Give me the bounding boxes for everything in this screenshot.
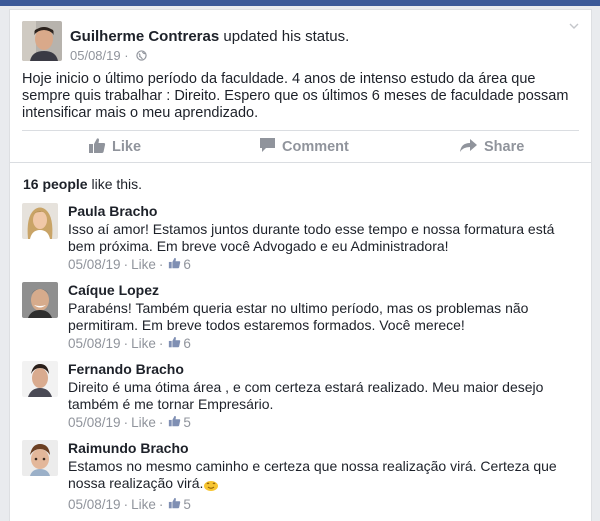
like-label: Like <box>112 139 142 155</box>
thumbs-up-icon <box>168 414 181 431</box>
commenter-avatar[interactable] <box>22 440 58 476</box>
top-bar <box>0 0 600 6</box>
divider <box>10 162 591 163</box>
post-text: Hoje inicio o último período da faculdad… <box>22 71 569 121</box>
comment-body: Raimundo Bracho Estamos no mesmo caminho… <box>68 440 582 513</box>
comment-text: Isso aí amor! Estamos juntos durante tod… <box>68 221 555 254</box>
comment-meta: 05/08/19 · Like · 5 <box>68 496 191 513</box>
comment-meta: 05/08/19 · Like · 5 <box>68 414 191 431</box>
globe-icon[interactable] <box>136 49 147 64</box>
commenter-name[interactable]: Paula Bracho <box>68 203 582 220</box>
comment-like-link[interactable]: Like <box>131 496 156 513</box>
post-card: Guilherme Contreras updated his status. … <box>9 9 592 521</box>
post-author-name[interactable]: Guilherme Contreras <box>70 28 219 45</box>
comment-meta: 05/08/19 · Like · 6 <box>68 256 191 273</box>
thumbs-up-icon <box>168 335 181 352</box>
post-action-text: updated his status. <box>219 28 350 45</box>
commenter-avatar[interactable] <box>22 282 58 318</box>
comment-button[interactable]: Comment <box>259 131 349 163</box>
reaction-count[interactable]: 5 <box>183 414 191 431</box>
post-meta: 05/08/19 · <box>70 48 147 64</box>
comment-date[interactable]: 05/08/19 <box>68 414 121 431</box>
comment-meta: 05/08/19 · Like · 6 <box>68 335 191 352</box>
reaction-count[interactable]: 5 <box>183 496 191 513</box>
comment-text-content: Estamos no mesmo caminho e certeza que n… <box>68 458 557 491</box>
commenter-name[interactable]: Caíque Lopez <box>68 282 582 299</box>
comment-label: Comment <box>282 139 349 155</box>
chevron-down-icon[interactable] <box>569 18 579 29</box>
comment-icon <box>259 137 282 157</box>
post-actions-bar: Like Comment Share <box>10 131 591 163</box>
likes-suffix: like this. <box>87 176 143 192</box>
commenter-avatar[interactable] <box>22 203 58 239</box>
post-author-line: Guilherme Contreras updated his status. <box>70 28 349 45</box>
share-icon <box>459 138 484 157</box>
comment-date[interactable]: 05/08/19 <box>68 256 121 273</box>
comment-like-link[interactable]: Like <box>131 256 156 273</box>
thumbs-up-icon <box>168 256 181 273</box>
comment-date[interactable]: 05/08/19 <box>68 335 121 352</box>
comment-text: Direito é uma ótima área , e com certeza… <box>68 379 544 412</box>
post-date[interactable]: 05/08/19 <box>70 48 121 63</box>
comment-body: Fernando Bracho Direito é uma ótima área… <box>68 361 582 431</box>
comment-like-link[interactable]: Like <box>131 414 156 431</box>
comment-body: Caíque Lopez Parabéns! Também queria est… <box>68 282 582 352</box>
thumbs-up-icon <box>168 496 181 513</box>
comment-text: Estamos no mesmo caminho e certeza que n… <box>68 458 582 495</box>
like-button[interactable]: Like <box>88 131 141 163</box>
comment-body: Paula Bracho Isso aí amor! Estamos junto… <box>68 203 582 273</box>
share-label: Share <box>484 139 525 155</box>
commenter-avatar[interactable] <box>22 361 58 397</box>
author-avatar[interactable] <box>22 21 62 61</box>
thumbs-up-icon <box>88 137 112 158</box>
likes-count[interactable]: 16 people <box>23 176 88 192</box>
comment-like-link[interactable]: Like <box>131 335 156 352</box>
likes-summary[interactable]: 16 people like this. <box>23 176 142 192</box>
reaction-count[interactable]: 6 <box>183 256 191 273</box>
comment-date[interactable]: 05/08/19 <box>68 496 121 513</box>
smile-emoji-icon <box>203 477 219 495</box>
commenter-name[interactable]: Raimundo Bracho <box>68 440 582 457</box>
share-button[interactable]: Share <box>459 131 524 163</box>
reaction-count[interactable]: 6 <box>183 335 191 352</box>
comment-text: Parabéns! Também queria estar no ultimo … <box>68 300 529 333</box>
commenter-name[interactable]: Fernando Bracho <box>68 361 582 378</box>
